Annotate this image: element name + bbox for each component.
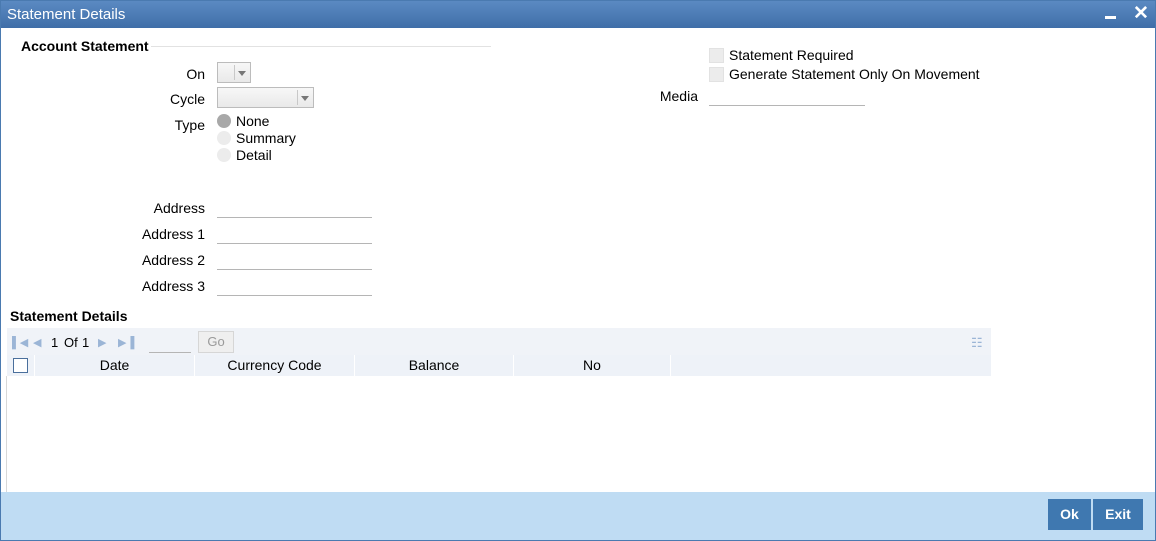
column-settings-icon[interactable]: ☷ — [971, 335, 983, 351]
title-bar: Statement Details ✕ — [1, 1, 1155, 28]
select-all-cell — [7, 355, 35, 376]
table-left-border — [6, 376, 7, 492]
total-pages: 1 — [82, 335, 90, 350]
type-option-summary: Summary — [236, 130, 296, 146]
table-pager: ▌◀ ◀ 1 Of 1 ▶ ▶▐ Go ☷ — [7, 328, 991, 355]
on-label: On — [186, 66, 205, 82]
footer-bar: Ok Exit — [1, 492, 1155, 540]
address-2-label: Address 2 — [141, 252, 205, 268]
column-header-date[interactable]: Date — [35, 355, 195, 376]
account-statement-heading: Account Statement — [21, 38, 149, 54]
address-2-field[interactable] — [217, 250, 372, 270]
statement-details-table: ▌◀ ◀ 1 Of 1 ▶ ▶▐ Go ☷ Date Currency Code… — [7, 328, 991, 376]
exit-button[interactable]: Exit — [1093, 499, 1143, 530]
address-3-field[interactable] — [217, 276, 372, 296]
ok-button[interactable]: Ok — [1048, 499, 1091, 530]
section-divider — [151, 46, 491, 47]
on-select[interactable] — [217, 62, 251, 83]
address-1-field[interactable] — [217, 224, 372, 244]
minimize-icon[interactable] — [1105, 16, 1116, 19]
media-label: Media — [659, 88, 698, 104]
address-3-label: Address 3 — [141, 278, 205, 294]
type-label: Type — [174, 117, 205, 133]
column-header-currency-code[interactable]: Currency Code — [195, 355, 355, 376]
type-radio-summary[interactable] — [217, 131, 231, 145]
table-header: Date Currency Code Balance No — [7, 355, 991, 376]
column-header-balance[interactable]: Balance — [355, 355, 514, 376]
first-page-icon[interactable]: ▌◀ — [12, 336, 28, 349]
next-page-icon[interactable]: ▶ — [98, 336, 106, 349]
statement-required-checkbox[interactable] — [709, 48, 724, 63]
page-number-input[interactable] — [149, 333, 191, 353]
statement-details-window: Statement Details ✕ Account Statement On… — [0, 0, 1156, 541]
type-radio-none[interactable] — [217, 114, 231, 128]
column-header-no[interactable]: No — [514, 355, 671, 376]
current-page: 1 — [51, 335, 59, 350]
type-radio-detail[interactable] — [217, 148, 231, 162]
cycle-label: Cycle — [169, 91, 205, 107]
chevron-down-icon — [234, 65, 248, 80]
address-field[interactable] — [217, 198, 372, 218]
column-header-filler — [671, 355, 991, 376]
statement-required-label: Statement Required — [729, 47, 854, 63]
type-option-detail: Detail — [236, 147, 272, 163]
media-field[interactable] — [709, 86, 865, 106]
statement-details-heading: Statement Details — [10, 308, 128, 324]
go-button[interactable]: Go — [198, 331, 234, 353]
of-label: Of — [64, 335, 78, 350]
generate-on-movement-label: Generate Statement Only On Movement — [729, 66, 980, 82]
generate-on-movement-checkbox[interactable] — [709, 67, 724, 82]
type-option-none: None — [236, 113, 270, 129]
cycle-select[interactable] — [217, 87, 314, 108]
window-title: Statement Details — [7, 6, 126, 23]
chevron-down-icon — [297, 90, 311, 105]
select-all-checkbox[interactable] — [13, 358, 28, 373]
address-label: Address — [153, 200, 205, 216]
address-1-label: Address 1 — [141, 226, 205, 242]
last-page-icon[interactable]: ▶▐ — [118, 336, 134, 349]
close-icon[interactable]: ✕ — [1133, 3, 1149, 25]
previous-page-icon[interactable]: ◀ — [33, 336, 41, 349]
